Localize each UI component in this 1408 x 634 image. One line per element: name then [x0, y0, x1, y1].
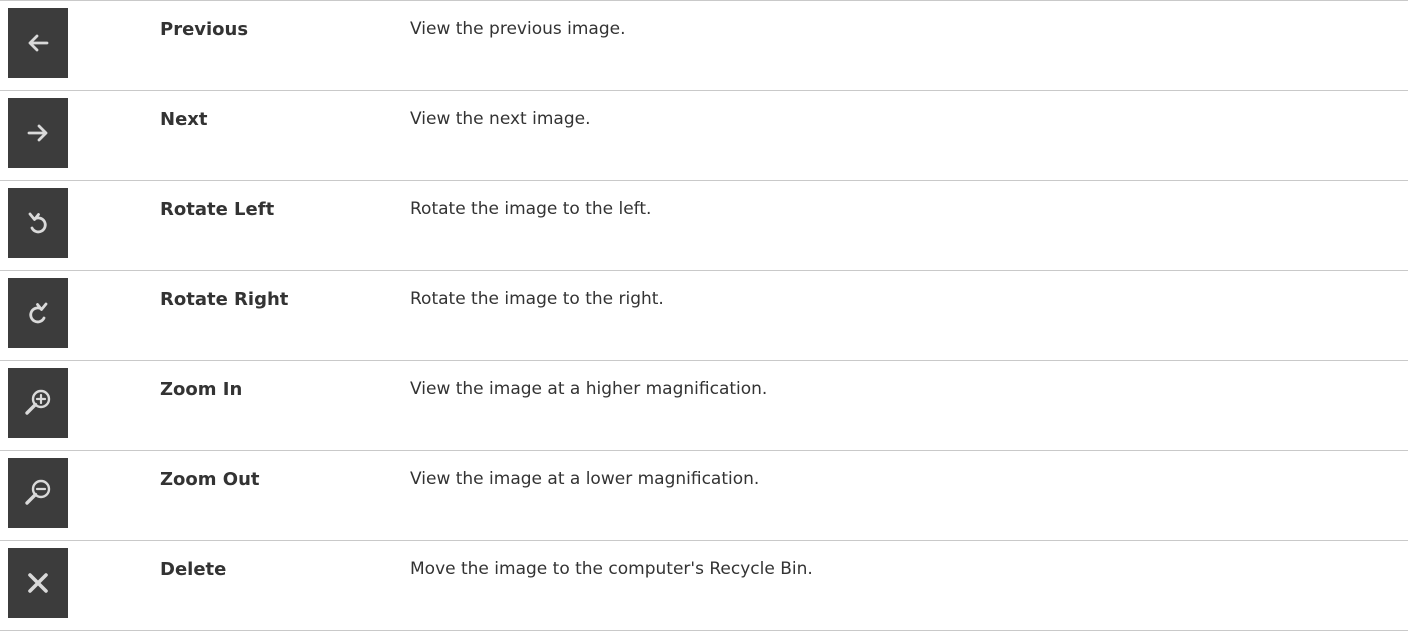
table-row: Previous View the previous image. — [0, 0, 1408, 91]
row-name: Rotate Right — [160, 270, 410, 361]
row-description: Rotate the image to the right. — [410, 270, 1408, 361]
rotate-left-icon — [8, 188, 68, 258]
delete-x-icon — [8, 548, 68, 618]
table-row: Rotate Left Rotate the image to the left… — [0, 180, 1408, 271]
row-description: View the next image. — [410, 90, 1408, 181]
table-row: Next View the next image. — [0, 90, 1408, 181]
row-name: Next — [160, 90, 410, 181]
row-description: Rotate the image to the left. — [410, 180, 1408, 271]
arrow-right-icon — [8, 98, 68, 168]
table-row: Delete Move the image to the computer's … — [0, 540, 1408, 631]
row-description: View the previous image. — [410, 0, 1408, 91]
table-row: Rotate Right Rotate the image to the rig… — [0, 270, 1408, 361]
row-description: Move the image to the computer's Recycle… — [410, 540, 1408, 631]
row-name: Delete — [160, 540, 410, 631]
row-name: Zoom In — [160, 360, 410, 451]
zoom-in-icon — [8, 368, 68, 438]
rotate-right-icon — [8, 278, 68, 348]
row-name: Zoom Out — [160, 450, 410, 541]
row-name: Rotate Left — [160, 180, 410, 271]
row-name: Previous — [160, 0, 410, 91]
toolbar-reference-table: Previous View the previous image. Next V… — [0, 0, 1408, 631]
table-row: Zoom In View the image at a higher magni… — [0, 360, 1408, 451]
row-description: View the image at a lower magnification. — [410, 450, 1408, 541]
arrow-left-icon — [8, 8, 68, 78]
zoom-out-icon — [8, 458, 68, 528]
table-row: Zoom Out View the image at a lower magni… — [0, 450, 1408, 541]
row-description: View the image at a higher magnification… — [410, 360, 1408, 451]
